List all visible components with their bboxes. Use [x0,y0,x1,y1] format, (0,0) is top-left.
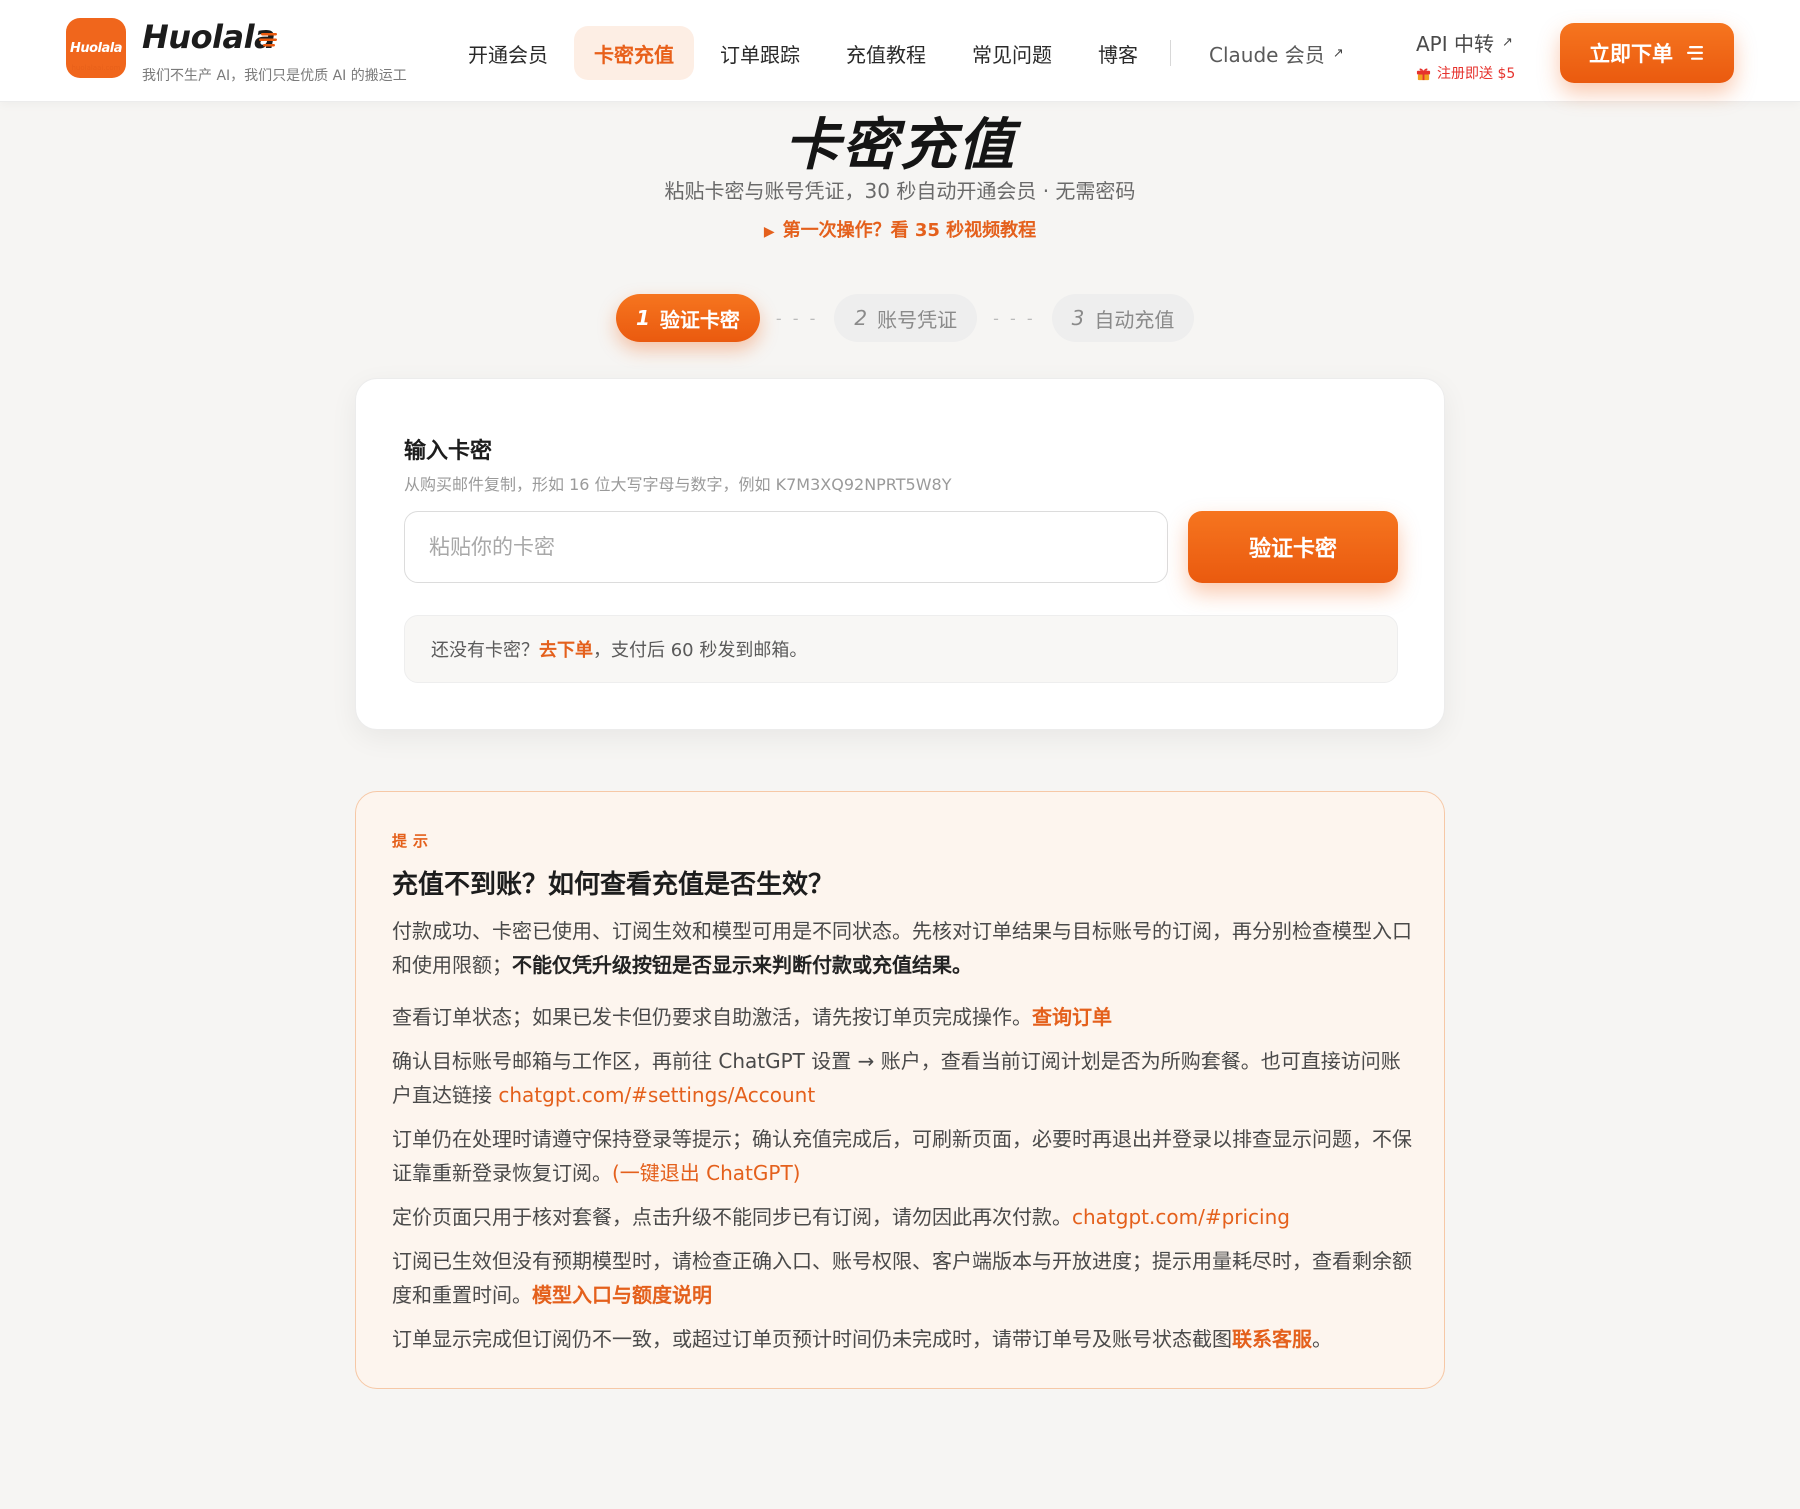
tip-paragraph: 订阅已生效但没有预期模型时，请检查正确入口、账号权限、客户端版本与开放进度；提示… [392,1244,1412,1312]
tip-paragraph: 付款成功、卡密已使用、订阅生效和模型可用是不同状态。先核对订单结果与目标账号的订… [392,914,1412,982]
go-order-link[interactable]: 去下单 [539,636,593,662]
api-relay-label: API 中转 [1416,32,1494,56]
step-account-credential: 2 账号凭证 [834,294,978,342]
logout-chatgpt-link[interactable]: (一键退出 ChatGPT) [612,1161,800,1185]
tip-paragraph: 确认目标账号邮箱与工作区，再前往 ChatGPT 设置 → 账户，查看当前订阅计… [392,1044,1412,1112]
site-header: Huolala huolalaai.com Huolala 我们不生产 AI，我… [0,0,1800,102]
no-card-prefix: 还没有卡密？ [431,640,539,661]
tip-text: 。 [1312,1327,1332,1351]
order-now-label: 立即下单 [1589,42,1673,66]
contact-support-link[interactable]: 联系客服 [1232,1327,1312,1351]
step-number: 3 [1071,306,1085,330]
api-relay-link[interactable]: API 中转 ↗ 注册即送 $5 [1416,28,1515,83]
nav-item-membership[interactable]: 开通会员 [448,26,568,80]
nav-item-faq[interactable]: 常见问题 [952,26,1072,80]
brand-name[interactable]: Huolala [142,18,276,56]
tip-text: 订单显示完成但订阅仍不一致，或超过订单页预计时间仍未完成时，请带订单号及账号状态… [392,1327,1232,1351]
nav-item-order-tracking[interactable]: 订单跟踪 [700,26,820,80]
menu-lines-icon [259,33,277,47]
step-indicator: 1 验证卡密 - - - 2 账号凭证 - - - 3 自动充值 [616,294,1195,342]
menu-lines-icon [1687,46,1703,60]
step-label: 自动充值 [1094,307,1175,332]
nav-claude-label: Claude 会员 [1209,42,1325,67]
external-link-icon: ↗ [1502,35,1513,50]
query-order-link[interactable]: 查询订单 [1032,1005,1112,1029]
nav-item-claude[interactable]: Claude 会员 ↗ [1189,26,1364,80]
tip-strong-text: 不能仅凭升级按钮是否显示来判断付款或充值结果。 [512,953,972,977]
external-link-icon: ↗ [1332,45,1344,61]
page-subtitle: 粘贴卡密与账号凭证，30 秒自动开通会员 · 无需密码 [664,179,1136,203]
nav-divider [1170,40,1171,66]
card-code-label: 输入卡密 [404,439,493,464]
play-icon: ▶ [763,224,775,240]
card-code-hint: 从购买邮件复制，形如 16 位大写字母与数字，例如 K7M3XQ92NPRT5W… [404,475,952,494]
step-label: 账号凭证 [877,307,958,332]
order-now-button[interactable]: 立即下单 [1560,23,1734,83]
nav-item-blog[interactable]: 博客 [1078,26,1158,80]
model-quota-link[interactable]: 模型入口与额度说明 [532,1283,712,1307]
nav-item-recharge-tutorial[interactable]: 充值教程 [826,26,946,80]
verify-card-button[interactable]: 验证卡密 [1188,511,1398,583]
step-verify-card: 1 验证卡密 [616,294,760,342]
step-connector: - - - [993,308,1036,328]
api-promo-text: 注册即送 $5 [1437,66,1516,82]
tip-paragraph: 定价页面只用于核对套餐，点击升级不能同步已有订阅，请勿因此再次付款。chatgp… [392,1200,1412,1234]
logo-badge-text: Huolala [69,40,123,56]
card-code-panel: 输入卡密 从购买邮件复制，形如 16 位大写字母与数字，例如 K7M3XQ92N… [355,378,1445,730]
video-tutorial-link[interactable]: ▶ 第一次操作？看 35 秒视频教程 [0,216,1800,242]
page-title: 卡密充值 [784,113,1016,178]
video-tutorial-label: 第一次操作？看 35 秒视频教程 [782,220,1037,241]
card-code-input[interactable] [404,511,1168,583]
tip-kicker: 提示 [392,832,435,850]
tip-text: 查看订单状态；如果已发卡但仍要求自助激活，请先按订单页完成操作。 [392,1005,1032,1029]
pricing-link[interactable]: chatgpt.com/#pricing [1072,1205,1290,1229]
tip-body: 付款成功、卡密已使用、订阅生效和模型可用是不同状态。先核对订单结果与目标账号的订… [392,914,1412,1366]
no-card-suffix: ，支付后 60 秒发到邮箱。 [593,640,808,661]
tip-paragraph: 订单仍在处理时请遵守保持登录等提示；确认充值完成后，可刷新页面，必要时再退出并登… [392,1122,1412,1190]
brand-tagline: 我们不生产 AI，我们只是优质 AI 的搬运工 [142,68,407,84]
step-auto-recharge: 3 自动充值 [1051,294,1195,342]
no-card-note: 还没有卡密？ 去下单 ，支付后 60 秒发到邮箱。 [404,615,1398,683]
main-nav: 开通会员 卡密充值 订单跟踪 充值教程 常见问题 博客 Claude 会员 ↗ [448,26,1370,80]
tip-title: 充值不到账？如何查看充值是否生效？ [392,870,835,900]
tip-paragraph: 查看订单状态；如果已发卡但仍要求自助激活，请先按订单页完成操作。查询订单 [392,1000,1412,1034]
step-connector: - - - [775,308,819,328]
step-number: 2 [854,306,868,330]
logo-domain: huolalaai.com [71,64,121,72]
tip-text: 订单仍在处理时请遵守保持登录等提示；确认充值完成后，可刷新页面，必要时再退出并登… [392,1127,1412,1185]
account-settings-link[interactable]: chatgpt.com/#settings/Account [498,1083,815,1107]
step-number: 1 [636,306,650,330]
tip-paragraph: 订单显示完成但订阅仍不一致，或超过订单页预计时间仍未完成时，请带订单号及账号状态… [392,1322,1412,1356]
step-label: 验证卡密 [659,307,740,332]
nav-item-card-recharge[interactable]: 卡密充值 [574,26,694,80]
gift-icon [1416,68,1431,80]
tip-text: 定价页面只用于核对套餐，点击升级不能同步已有订阅，请勿因此再次付款。 [392,1205,1072,1229]
tip-box: 提示 充值不到账？如何查看充值是否生效？ 付款成功、卡密已使用、订阅生效和模型可… [355,791,1445,1389]
